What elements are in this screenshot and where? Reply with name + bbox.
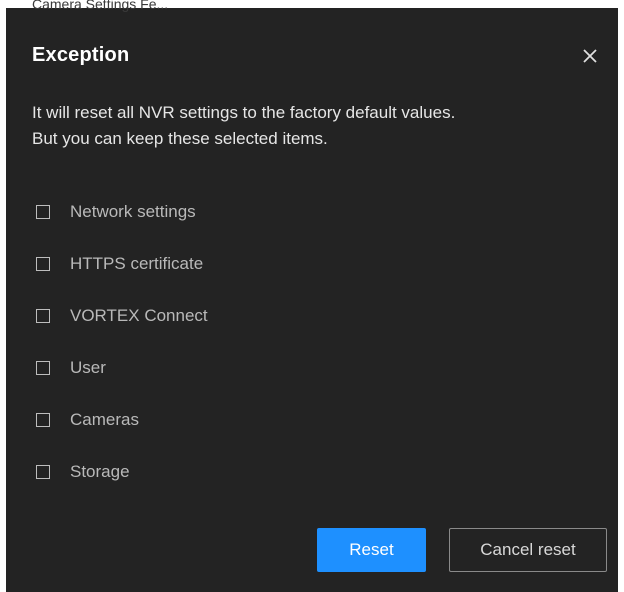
user-checkbox[interactable] — [36, 361, 50, 375]
storage-checkbox[interactable] — [36, 465, 50, 479]
close-icon — [583, 49, 597, 63]
dialog-title: Exception — [32, 44, 130, 66]
dialog-description: It will reset all NVR settings to the fa… — [32, 100, 602, 152]
option-vortex-connect[interactable]: VORTEX Connect — [36, 290, 208, 342]
network-settings-checkbox[interactable] — [36, 205, 50, 219]
close-button[interactable] — [578, 44, 602, 68]
option-label: Storage — [70, 462, 130, 481]
cancel-reset-button[interactable]: Cancel reset — [449, 528, 607, 572]
option-label: Network settings — [70, 202, 196, 221]
keep-items-list: Network settings HTTPS certificate VORTE… — [36, 186, 208, 498]
exception-dialog: Camera Settings Fe... Exception It will … — [6, 0, 618, 592]
https-certificate-checkbox[interactable] — [36, 257, 50, 271]
background-page-text: Camera Settings Fe... — [32, 0, 169, 12]
description-line-1: It will reset all NVR settings to the fa… — [32, 103, 456, 122]
vortex-connect-checkbox[interactable] — [36, 309, 50, 323]
option-label: Cameras — [70, 410, 139, 429]
option-storage[interactable]: Storage — [36, 446, 208, 498]
option-label: VORTEX Connect — [70, 306, 208, 325]
option-label: User — [70, 358, 106, 377]
option-https-certificate[interactable]: HTTPS certificate — [36, 238, 208, 290]
cameras-checkbox[interactable] — [36, 413, 50, 427]
option-network-settings[interactable]: Network settings — [36, 186, 208, 238]
option-user[interactable]: User — [36, 342, 208, 394]
description-line-2: But you can keep these selected items. — [32, 129, 328, 148]
option-cameras[interactable]: Cameras — [36, 394, 208, 446]
option-label: HTTPS certificate — [70, 254, 204, 273]
reset-button[interactable]: Reset — [317, 528, 426, 572]
